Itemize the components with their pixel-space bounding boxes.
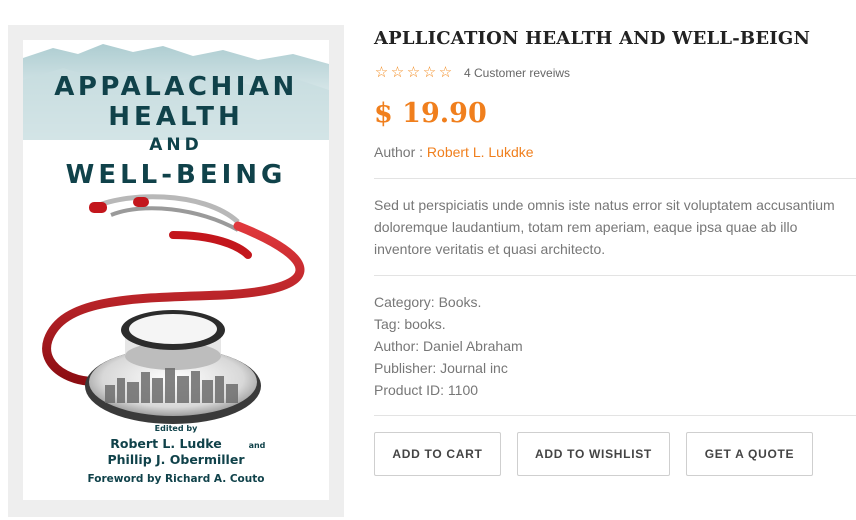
- product-author: Author : Robert L. Lukdke: [374, 144, 534, 160]
- cover-editor-2: Phillip J. Obermiller: [108, 452, 246, 467]
- product-actions: ADD TO CART ADD TO WISHLIST GET A QUOTE: [374, 432, 813, 476]
- cover-title-line-3: AND: [149, 135, 203, 155]
- cover-and-word: and: [249, 441, 266, 450]
- product-rating: ☆ ☆ ☆ ☆ ☆ 4 Customer reveiws: [374, 64, 570, 82]
- meta-tag: Tag: books.: [374, 316, 446, 332]
- meta-product-id: Product ID: 1100: [374, 382, 479, 398]
- cover-edited-by: Edited by: [155, 424, 198, 433]
- author-label: Author :: [374, 144, 427, 160]
- cover-editor-1: Robert L. Ludke: [110, 436, 221, 451]
- add-to-cart-button[interactable]: ADD TO CART: [374, 432, 501, 476]
- book-cover-image[interactable]: APPALACHIAN HEALTH AND WELL-BEING Edited…: [23, 40, 329, 500]
- cover-title-line-2: HEALTH: [108, 102, 243, 132]
- add-to-wishlist-button[interactable]: ADD TO WISHLIST: [517, 432, 670, 476]
- cover-credits: Edited by Robert L. Ludke and Phillip J.…: [88, 424, 266, 485]
- star-icon[interactable]: ☆: [422, 64, 437, 82]
- review-count-link[interactable]: 4 Customer reveiws: [464, 66, 570, 80]
- divider: [374, 178, 856, 179]
- divider: [374, 415, 856, 416]
- divider: [374, 275, 856, 276]
- star-icon[interactable]: ☆: [406, 64, 421, 82]
- product-meta: Category: Books. Tag: books. Author: Dan…: [374, 291, 523, 401]
- star-icon[interactable]: ☆: [390, 64, 405, 82]
- cover-title-line-1: APPALACHIAN: [54, 72, 298, 102]
- author-link[interactable]: Robert L. Lukdke: [427, 144, 534, 160]
- meta-publisher: Publisher: Journal inc: [374, 360, 508, 376]
- meta-author: Author: Daniel Abraham: [374, 338, 523, 354]
- product-image-panel: APPALACHIAN HEALTH AND WELL-BEING Edited…: [8, 25, 344, 517]
- product-price: $ 19.90: [374, 98, 487, 129]
- product-description: Sed ut perspiciatis unde omnis iste natu…: [374, 197, 835, 257]
- rating-stars[interactable]: ☆ ☆ ☆ ☆ ☆: [374, 64, 453, 82]
- product-title: APLLICATION HEALTH AND WELL-BEIGN: [374, 28, 811, 49]
- book-cover-artwork: APPALACHIAN HEALTH AND WELL-BEING Edited…: [23, 44, 329, 485]
- meta-category: Category: Books.: [374, 294, 482, 310]
- stethoscope-illustration: [42, 194, 305, 424]
- star-icon[interactable]: ☆: [374, 64, 389, 82]
- star-icon[interactable]: ☆: [438, 64, 453, 82]
- product-details: APLLICATION HEALTH AND WELL-BEIGN ☆ ☆ ☆ …: [374, 0, 856, 520]
- cover-foreword: Foreword by Richard A. Couto: [88, 473, 265, 485]
- get-a-quote-button[interactable]: GET A QUOTE: [686, 432, 813, 476]
- cover-title-line-4: WELL-BEING: [66, 160, 287, 190]
